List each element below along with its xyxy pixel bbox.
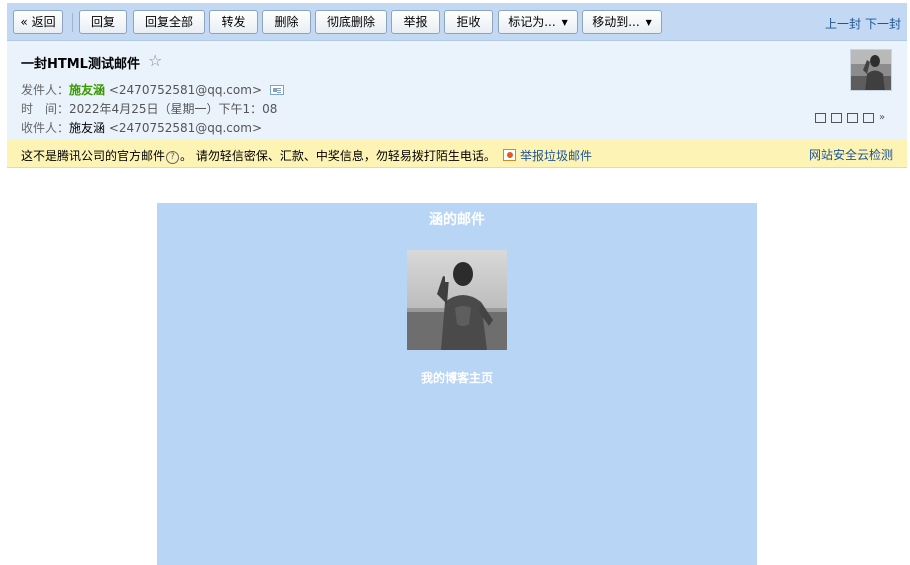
reject-button[interactable]: 拒收 <box>444 10 493 34</box>
sender-email: <2470752581@qq.com> <box>108 83 262 97</box>
delete-forever-button[interactable]: 彻底删除 <box>315 10 387 34</box>
mail-view-tools: » <box>815 113 889 123</box>
move-to-label: 移动到... <box>592 15 640 29</box>
warning-text-before: 这不是腾讯公司的官方邮件 <box>21 149 166 163</box>
time-row: 时 间：2022年4月25日（星期一）下午1：08 <box>21 100 277 117</box>
star-icon[interactable]: ☆ <box>148 51 162 70</box>
reply-all-button[interactable]: 回复全部 <box>133 10 205 34</box>
mail-content-title: 涵的邮件 <box>429 212 485 228</box>
report-button[interactable]: 举报 <box>391 10 440 34</box>
from-label: 发件人： <box>21 83 70 97</box>
to-label: 收件人： <box>21 121 70 135</box>
recipient-name[interactable]: 施友涵 <box>69 121 105 135</box>
print-icon[interactable] <box>863 113 874 123</box>
delete-button[interactable]: 删除 <box>262 10 311 34</box>
contact-card-icon[interactable] <box>270 85 284 95</box>
next-mail-link[interactable]: 下一封 <box>865 15 901 32</box>
expand-chevron-icon[interactable]: » <box>879 113 889 123</box>
sender-avatar[interactable] <box>850 49 892 91</box>
toolbar-separator <box>72 13 73 32</box>
reply-button[interactable]: 回复 <box>79 10 127 34</box>
mail-photo-image <box>407 250 507 350</box>
security-warning-bar: 这不是腾讯公司的官方邮件?。 请勿轻信密保、汇款、中奖信息，勿轻易拨打陌生电话。… <box>7 139 907 168</box>
sender-name[interactable]: 施友涵 <box>69 83 105 97</box>
time-value: 2022年4月25日（星期一）下午1：08 <box>69 102 278 116</box>
warning-text-after: 。 请勿轻信密保、汇款、中奖信息，勿轻易拨打陌生电话。 <box>180 149 496 163</box>
new-window-icon[interactable] <box>815 113 826 123</box>
plain-text-icon[interactable] <box>831 113 842 123</box>
chevron-down-icon: ▼ <box>561 18 568 27</box>
back-button[interactable]: « 返回 <box>13 10 63 34</box>
mail-header: 一封HTML测试邮件 ☆ 发件人：施友涵 <2470752581@qq.com>… <box>7 41 907 139</box>
chevron-down-icon: ▼ <box>645 18 652 27</box>
mark-as-label: 标记为... <box>508 15 556 29</box>
mail-toolbar: « 返回 回复 回复全部 转发 删除 彻底删除 举报 拒收 标记为... ▼ 移动… <box>7 3 907 41</box>
time-label: 时 间： <box>21 102 70 116</box>
report-spam-label: 举报垃圾邮件 <box>520 149 593 163</box>
mail-photo <box>407 250 507 350</box>
mark-as-dropdown[interactable]: 标记为... ▼ <box>498 10 578 34</box>
help-icon[interactable]: ? <box>166 151 180 164</box>
forward-button[interactable]: 转发 <box>209 10 258 34</box>
prev-mail-link[interactable]: 上一封 <box>825 15 861 32</box>
mail-content: 涵的邮件 我的博客主页 <box>157 203 757 565</box>
recipient-email: <2470752581@qq.com> <box>108 121 262 135</box>
warning-message: 这不是腾讯公司的官方邮件?。 请勿轻信密保、汇款、中奖信息，勿轻易拨打陌生电话。 <box>21 147 496 165</box>
security-check-link[interactable]: 网站安全云检测 <box>809 146 893 163</box>
mail-subject: 一封HTML测试邮件 <box>21 57 140 72</box>
avatar-photo <box>851 50 891 90</box>
move-to-dropdown[interactable]: 移动到... ▼ <box>582 10 662 34</box>
from-row: 发件人：施友涵 <2470752581@qq.com> <box>21 81 284 98</box>
download-icon[interactable] <box>847 113 858 123</box>
report-icon <box>503 149 516 161</box>
report-spam-link[interactable]: 举报垃圾邮件 <box>503 147 592 164</box>
blog-homepage-link[interactable]: 我的博客主页 <box>157 369 757 386</box>
to-row: 收件人：施友涵 <2470752581@qq.com> <box>21 119 262 136</box>
